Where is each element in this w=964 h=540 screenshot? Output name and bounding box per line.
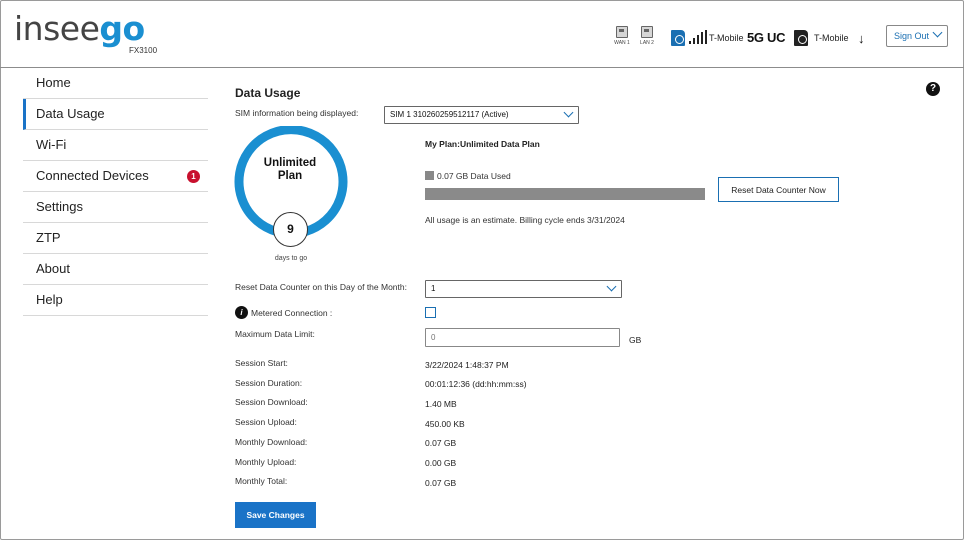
device-model: FX3100 [129,46,158,55]
lan-label: LAN 2 [640,40,654,46]
stat-label-monthly-download: Monthly Download: [235,437,308,447]
page-title: Data Usage [235,86,301,100]
notification-badge: 1 [187,170,200,183]
data-usage-bar [425,188,705,200]
sim-card-icon [794,30,808,46]
stat-value-monthly-total: 0.07 GB [425,478,457,488]
max-data-limit-unit: GB [629,335,642,345]
sidebar-item-connected-devices[interactable]: Connected Devices 1 [23,161,208,192]
data-used-text: 0.07 GB Data Used [437,171,511,181]
inseego-logo: inseego [14,9,145,48]
sidebar-item-ztp[interactable]: ZTP [23,223,208,254]
wan-label: WAN 1 [614,40,630,46]
signal-strength-icon [689,30,707,44]
reset-day-label: Reset Data Counter on this Day of the Mo… [235,282,407,292]
ethernet-port-icon [616,26,628,38]
reset-data-counter-button[interactable]: Reset Data Counter Now [718,177,839,202]
stat-label-session-download: Session Download: [235,397,308,407]
carrier-name: T-Mobile [709,33,744,43]
reset-day-select[interactable]: 1 [425,280,622,298]
days-remaining-label: days to go [274,255,308,262]
wan-port-status: WAN 1 [611,26,633,46]
stat-value-session-duration: 00:01:12:36 (dd:hh:mm:ss) [425,379,527,389]
chevron-down-icon [563,107,574,118]
lan-port-status: LAN 2 [636,26,658,46]
ethernet-port-icon [641,26,653,38]
sim-select[interactable]: SIM 1 310260259512117 (Active) [384,106,579,124]
stat-value-session-download: 1.40 MB [425,399,457,409]
sign-out-button[interactable]: Sign Out [886,25,948,47]
save-changes-button[interactable]: Save Changes [235,502,316,528]
plan-title: My Plan:Unlimited Data Plan [425,139,540,149]
carrier-name-secondary: T-Mobile [814,33,849,43]
stat-label-session-start: Session Start: [235,358,288,368]
sim-select-value: SIM 1 310260259512117 (Active) [390,110,509,119]
chevron-down-icon [932,27,943,38]
sidebar-item-data-usage[interactable]: Data Usage [23,99,208,130]
sidebar-item-settings[interactable]: Settings [23,192,208,223]
stat-label-monthly-total: Monthly Total: [235,476,288,486]
metered-connection-label: Metered Connection : [251,308,333,318]
stat-label-monthly-upload: Monthly Upload: [235,457,297,467]
sidebar-nav: Home Data Usage Wi-Fi Connected Devices … [23,68,208,316]
sim-card-icon [671,30,685,46]
stat-label-session-duration: Session Duration: [235,378,303,388]
stat-label-session-upload: Session Upload: [235,417,297,427]
max-data-limit-input[interactable] [425,328,620,347]
reset-day-value: 1 [431,284,436,293]
help-icon[interactable]: ? [926,82,940,96]
info-icon[interactable]: i [235,306,248,319]
stat-value-monthly-download: 0.07 GB [425,438,457,448]
sidebar-item-help[interactable]: Help [23,285,208,316]
sim-select-label: SIM information being displayed: [235,108,359,118]
stat-value-session-upload: 450.00 KB [425,419,465,429]
max-data-limit-label: Maximum Data Limit: [235,329,315,339]
stat-value-session-start: 3/22/2024 1:48:37 PM [425,360,509,370]
days-remaining-value: 9 [273,212,308,247]
stat-value-monthly-upload: 0.00 GB [425,458,457,468]
metered-connection-checkbox[interactable] [425,307,436,318]
top-header: inseego FX3100 WAN 1 LAN 2 T-Mobile 5G U… [0,0,964,68]
sign-out-label: Sign Out [894,31,930,41]
sidebar-item-about[interactable]: About [23,254,208,285]
network-type: 5G UC [747,30,786,45]
billing-estimate-text: All usage is an estimate. Billing cycle … [425,215,625,225]
download-arrow-icon: ↓ [858,31,865,46]
gauge-plan-text: Unlimited Plan [263,157,317,182]
chevron-down-icon [606,281,617,292]
sidebar-item-home[interactable]: Home [23,68,208,99]
data-used-legend-swatch [425,171,434,180]
sidebar-item-wi-fi[interactable]: Wi-Fi [23,130,208,161]
